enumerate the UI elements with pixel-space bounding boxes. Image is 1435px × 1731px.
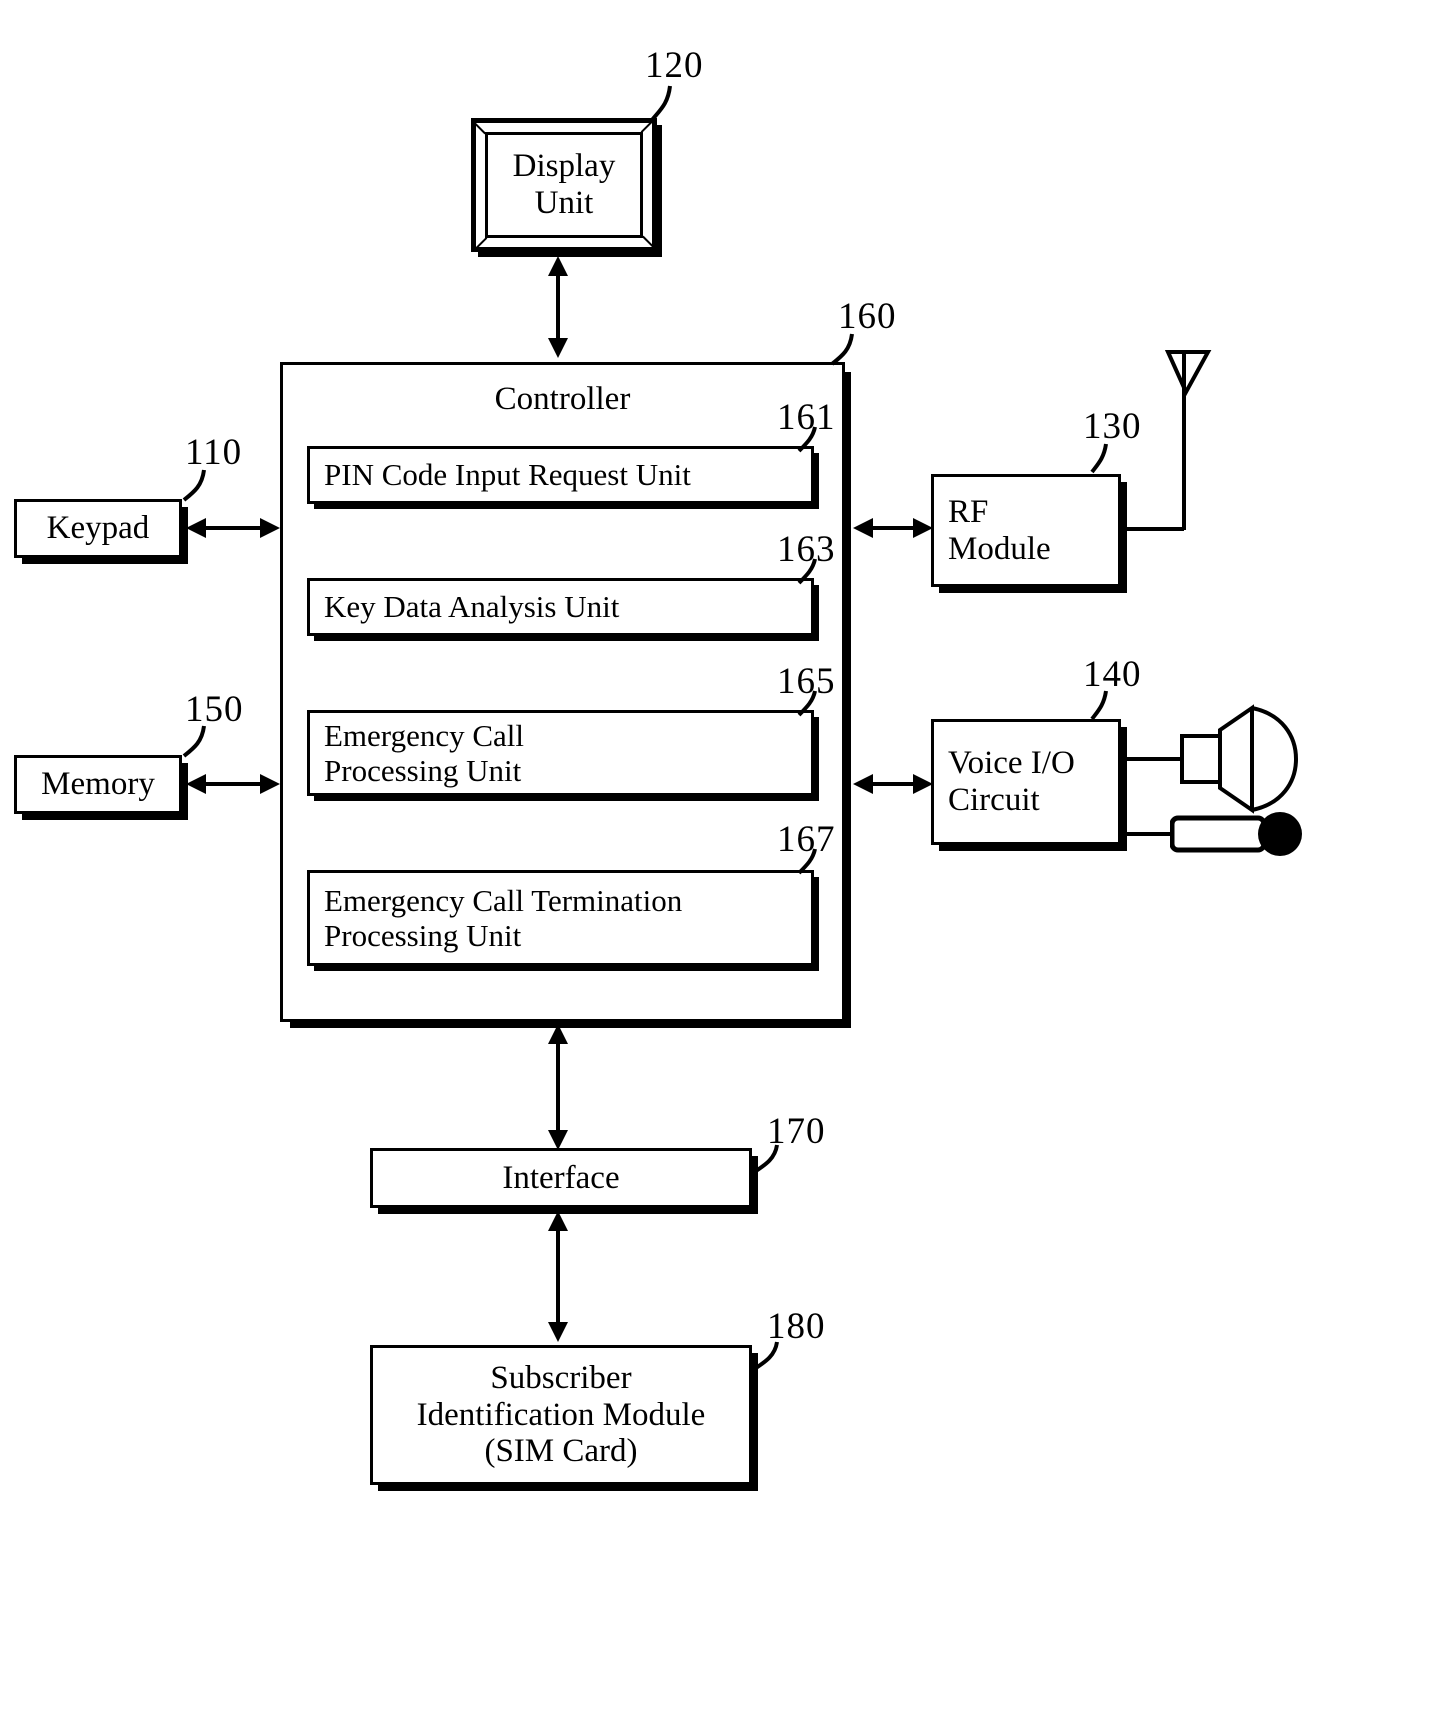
conn-interface-sim-arrow-down xyxy=(548,1322,568,1342)
leadline-130 xyxy=(1090,443,1108,474)
conn-rf-arrow-right xyxy=(913,518,933,538)
controller-unit-emergency-call-processing: Emergency Call Processing Unit xyxy=(307,710,814,796)
conn-keypad-arrow-left xyxy=(186,518,206,538)
block-memory: Memory xyxy=(14,755,182,814)
conn-interface-sim-arrow-up xyxy=(548,1211,568,1231)
leadline-163 xyxy=(797,558,817,585)
leadline-165 xyxy=(797,690,817,717)
conn-controller-interface-line xyxy=(556,1038,560,1138)
controller-unit-key-data-analysis: Key Data Analysis Unit xyxy=(307,578,814,636)
conn-display-arrow-down xyxy=(548,338,568,358)
conn-voice-arrow-right xyxy=(913,774,933,794)
speaker-icon xyxy=(1180,704,1299,814)
block-subscriber-identification-module: Subscriber Identification Module (SIM Ca… xyxy=(370,1345,752,1485)
conn-controller-interface-arrow-down xyxy=(548,1130,568,1150)
controller-unit-emergency-call-termination-processing: Emergency Call Termination Processing Un… xyxy=(307,870,814,966)
leadline-180 xyxy=(751,1341,779,1372)
interface-label: Interface xyxy=(502,1159,620,1196)
leadline-120 xyxy=(650,85,672,122)
controller-unit-label: Key Data Analysis Unit xyxy=(324,589,620,625)
leadline-167 xyxy=(797,848,817,875)
leadline-161 xyxy=(797,426,817,453)
antenna-feed-line xyxy=(1118,527,1184,531)
block-display-unit: Display Unit xyxy=(471,118,657,252)
controller-unit-label: Emergency Call Termination Processing Un… xyxy=(324,882,683,953)
controller-title: Controller xyxy=(494,381,631,417)
conn-voice-arrow-left xyxy=(853,774,873,794)
block-rf-module: RF Module xyxy=(931,474,1121,587)
microphone-lead-line xyxy=(1118,832,1174,836)
rf-module-label: RF Module xyxy=(948,493,1051,567)
memory-label: Memory xyxy=(41,766,155,803)
figure-canvas: Display Unit 120 Controller 160 PIN Code… xyxy=(0,0,1435,1731)
conn-memory-arrow-right xyxy=(260,774,280,794)
conn-keypad-controller-line xyxy=(202,526,264,530)
conn-controller-interface-arrow-up xyxy=(548,1024,568,1044)
block-interface: Interface xyxy=(370,1148,752,1208)
conn-rf-controller-line xyxy=(869,526,917,530)
conn-display-arrow-up xyxy=(548,256,568,276)
controller-unit-label: PIN Code Input Request Unit xyxy=(324,457,691,493)
sim-label: Subscriber Identification Module (SIM Ca… xyxy=(416,1359,706,1470)
conn-memory-arrow-left xyxy=(186,774,206,794)
conn-rf-arrow-left xyxy=(853,518,873,538)
microphone-icon xyxy=(1170,812,1302,856)
conn-keypad-arrow-right xyxy=(260,518,280,538)
conn-memory-controller-line xyxy=(202,782,264,786)
display-unit-label-wrap: Display Unit xyxy=(485,132,643,238)
leadline-160 xyxy=(830,333,854,366)
leadline-150 xyxy=(182,725,206,758)
speaker-lead-line xyxy=(1118,757,1182,761)
controller-unit-pin-code-input-request: PIN Code Input Request Unit xyxy=(307,446,814,504)
block-keypad: Keypad xyxy=(14,499,182,558)
leadline-140 xyxy=(1090,690,1108,721)
display-unit-label: Display Unit xyxy=(512,148,616,221)
block-voice-io-circuit: Voice I/O Circuit xyxy=(931,719,1121,845)
controller-unit-label: Emergency Call Processing Unit xyxy=(324,717,525,788)
conn-voice-controller-line xyxy=(869,782,917,786)
voice-io-label: Voice I/O Circuit xyxy=(948,745,1075,818)
leadline-170 xyxy=(751,1144,779,1175)
conn-display-controller-line xyxy=(556,270,560,346)
conn-interface-sim-line xyxy=(556,1225,560,1330)
keypad-label: Keypad xyxy=(46,510,150,547)
antenna-icon xyxy=(1164,350,1212,397)
leadline-110 xyxy=(182,469,206,502)
